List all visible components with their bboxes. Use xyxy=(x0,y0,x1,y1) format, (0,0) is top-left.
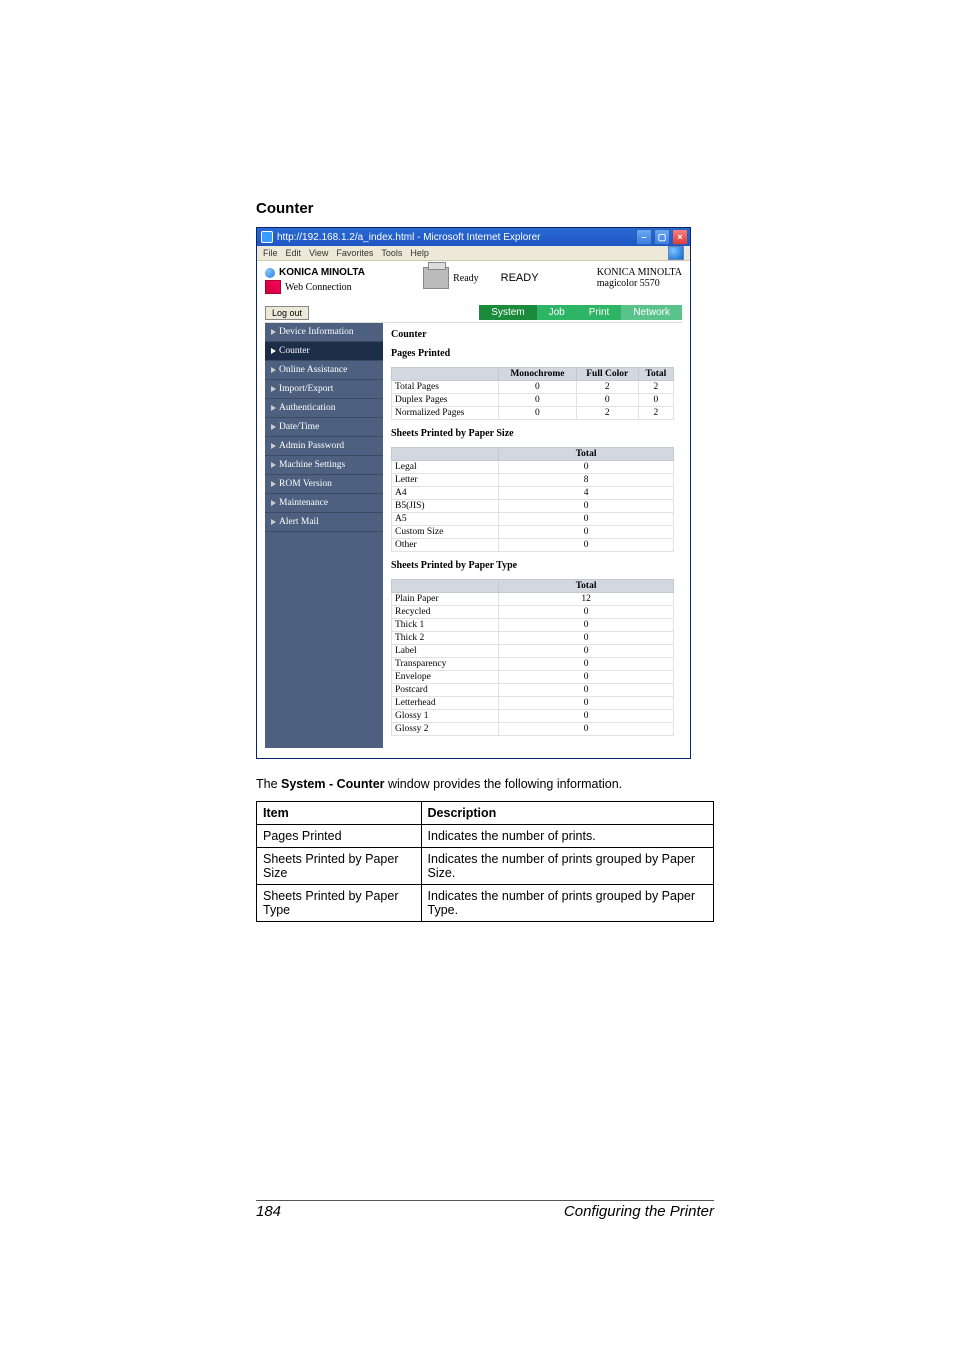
sidebar-item-device-info[interactable]: Device Information xyxy=(265,323,383,342)
menubar: File Edit View Favorites Tools Help xyxy=(257,246,690,261)
table-row: Custom Size0 xyxy=(392,526,674,539)
by-size-table: Total Legal0 Letter8 A44 B5(JIS)0 A50 Cu… xyxy=(391,447,674,552)
main-panel: Counter Pages Printed Monochrome Full Co… xyxy=(383,323,682,748)
pagescope-icon xyxy=(265,280,281,294)
table-row: Label0 xyxy=(392,645,674,658)
by-type-table: Total Plain Paper12 Recycled0 Thick 10 T… xyxy=(391,579,674,736)
table-row: Letterhead0 xyxy=(392,697,674,710)
table-row: Sheets Printed by Paper TypeIndicates th… xyxy=(257,885,714,922)
info-header-desc: Description xyxy=(428,806,497,820)
caption-paragraph: The System - Counter window provides the… xyxy=(256,777,714,791)
menu-edit[interactable]: Edit xyxy=(286,248,302,258)
browser-window: http://192.168.1.2/a_index.html - Micros… xyxy=(256,227,691,759)
menu-tools[interactable]: Tools xyxy=(381,248,402,258)
table-row: Postcard0 xyxy=(392,684,674,697)
tab-job[interactable]: Job xyxy=(537,305,577,320)
info-table: Item Description Pages PrintedIndicates … xyxy=(256,801,714,922)
sidebar-item-rom-version[interactable]: ROM Version xyxy=(265,475,383,494)
sidebar-item-import-export[interactable]: Import/Export xyxy=(265,380,383,399)
header-right-2: magicolor 5570 xyxy=(597,278,682,289)
page-content: KONICA MINOLTA Web Connection Ready READ… xyxy=(257,261,690,758)
titlebar: http://192.168.1.2/a_index.html - Micros… xyxy=(257,228,690,246)
maximize-button[interactable]: ▢ xyxy=(654,229,670,245)
sidebar-item-counter[interactable]: Counter xyxy=(265,342,383,361)
table-row: Thick 10 xyxy=(392,619,674,632)
table-row: Glossy 20 xyxy=(392,723,674,736)
header-right-1: KONICA MINOLTA xyxy=(597,267,682,278)
footer-right: Configuring the Printer xyxy=(564,1203,714,1220)
tab-system[interactable]: System xyxy=(479,305,536,320)
table-row: Duplex Pages000 xyxy=(392,394,674,407)
sidebar-item-maintenance[interactable]: Maintenance xyxy=(265,494,383,513)
section-heading: Counter xyxy=(256,200,714,217)
km-logo-icon xyxy=(265,268,275,278)
tab-print[interactable]: Print xyxy=(577,305,622,320)
table-row: Plain Paper12 xyxy=(392,593,674,606)
table-row: Letter8 xyxy=(392,474,674,487)
sidebar-item-alert-mail[interactable]: Alert Mail xyxy=(265,513,383,532)
by-size-title: Sheets Printed by Paper Size xyxy=(391,428,674,439)
pagescope-text: Web Connection xyxy=(285,282,352,293)
pages-printed-title: Pages Printed xyxy=(391,348,674,359)
table-row: A50 xyxy=(392,513,674,526)
sidebar-item-date-time[interactable]: Date/Time xyxy=(265,418,383,437)
table-row: A44 xyxy=(392,487,674,500)
table-row: Recycled0 xyxy=(392,606,674,619)
window-title: http://192.168.1.2/a_index.html - Micros… xyxy=(277,232,540,243)
table-row: Total Pages022 xyxy=(392,381,674,394)
main-heading: Counter xyxy=(391,329,674,340)
ie-icon xyxy=(261,231,273,243)
logout-button[interactable]: Log out xyxy=(265,306,309,320)
table-row: Legal0 xyxy=(392,461,674,474)
sidebar-item-machine-settings[interactable]: Machine Settings xyxy=(265,456,383,475)
table-row: Envelope0 xyxy=(392,671,674,684)
sidebar-item-online-assist[interactable]: Online Assistance xyxy=(265,361,383,380)
table-row: Sheets Printed by Paper SizeIndicates th… xyxy=(257,848,714,885)
pages-printed-table: Monochrome Full Color Total Total Pages0… xyxy=(391,367,674,420)
throbber-icon xyxy=(668,246,684,260)
tab-network[interactable]: Network xyxy=(621,305,682,320)
close-button[interactable]: × xyxy=(672,229,688,245)
menu-file[interactable]: File xyxy=(263,248,278,258)
tab-bar: System Job Print Network xyxy=(479,305,682,320)
page-footer: 184 Configuring the Printer xyxy=(256,1200,714,1220)
brand-text: KONICA MINOLTA xyxy=(279,267,365,278)
table-row: Normalized Pages022 xyxy=(392,407,674,420)
ready-small-text: Ready xyxy=(453,273,479,284)
sidebar-item-admin-password[interactable]: Admin Password xyxy=(265,437,383,456)
menu-view[interactable]: View xyxy=(309,248,328,258)
sidebar: Device Information Counter Online Assist… xyxy=(265,323,383,748)
page-number: 184 xyxy=(256,1203,281,1220)
ready-label: READY xyxy=(501,272,539,284)
by-type-title: Sheets Printed by Paper Type xyxy=(391,560,674,571)
table-row: B5(JIS)0 xyxy=(392,500,674,513)
minimize-button[interactable]: – xyxy=(636,229,652,245)
sidebar-item-authentication[interactable]: Authentication xyxy=(265,399,383,418)
printer-icon xyxy=(423,267,449,289)
table-row: Pages PrintedIndicates the number of pri… xyxy=(257,825,714,848)
table-row: Transparency0 xyxy=(392,658,674,671)
info-header-item: Item xyxy=(263,806,289,820)
menu-help[interactable]: Help xyxy=(410,248,429,258)
table-row: Other0 xyxy=(392,539,674,552)
table-row: Glossy 10 xyxy=(392,710,674,723)
menu-favorites[interactable]: Favorites xyxy=(336,248,373,258)
table-row: Thick 20 xyxy=(392,632,674,645)
